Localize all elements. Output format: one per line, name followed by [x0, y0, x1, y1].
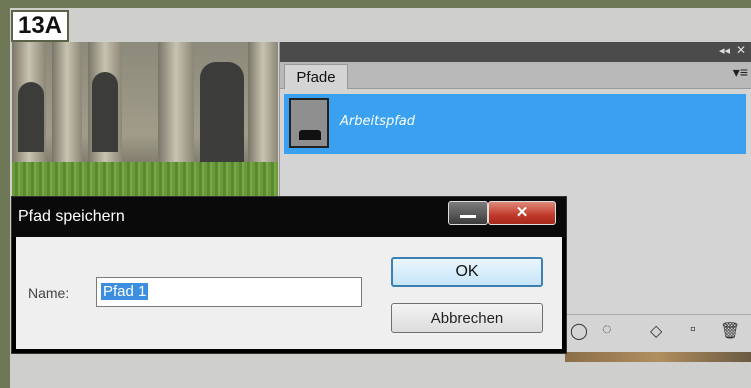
- cancel-button[interactable]: Abbrechen: [391, 303, 543, 333]
- canvas-photo-strip: [565, 352, 751, 362]
- collapse-icon[interactable]: ◂◂: [719, 44, 730, 57]
- name-label: Name:: [28, 285, 70, 301]
- tab-pfade[interactable]: Pfade: [284, 64, 348, 89]
- save-path-dialog: Pfad speichern ✕ Name: Pfad 1 OK Abbrech…: [11, 196, 567, 354]
- building-column: [158, 42, 194, 172]
- dialog-title: Pfad speichern: [18, 208, 125, 225]
- panel-tab-bar: Pfade ▾≡: [280, 62, 751, 89]
- building-window: [200, 62, 244, 162]
- stroke-path-icon[interactable]: ◌: [602, 321, 612, 339]
- building-window: [92, 72, 118, 152]
- panel-menu-icon[interactable]: ▾≡: [733, 64, 748, 81]
- minimize-button[interactable]: [448, 201, 488, 225]
- building-column: [248, 42, 278, 172]
- panel-header-bar: ◂◂ ✕: [280, 42, 751, 62]
- path-shape-icon: [299, 130, 321, 140]
- building-window: [18, 82, 44, 152]
- building-column: [52, 42, 82, 172]
- close-button[interactable]: ✕: [488, 201, 556, 225]
- selection-icon[interactable]: ◇: [650, 321, 662, 341]
- ok-button[interactable]: OK: [391, 257, 543, 287]
- trash-icon[interactable]: 🗑: [720, 321, 740, 341]
- dialog-body: Name: Pfad 1 OK Abbrechen: [16, 237, 562, 349]
- path-thumbnail: [289, 98, 329, 148]
- path-item-arbeitspfad[interactable]: Arbeitspfad: [284, 94, 746, 154]
- step-badge: 13A: [11, 10, 69, 42]
- path-item-label: Arbeitspfad: [340, 114, 416, 129]
- fill-path-icon[interactable]: ◯: [570, 321, 588, 341]
- close-icon[interactable]: ✕: [736, 43, 746, 57]
- new-path-icon[interactable]: ▫: [690, 321, 696, 339]
- dialog-title-bar[interactable]: Pfad speichern ✕: [12, 197, 566, 237]
- name-input-value: Pfad 1: [101, 283, 149, 300]
- name-input[interactable]: Pfad 1: [96, 277, 362, 307]
